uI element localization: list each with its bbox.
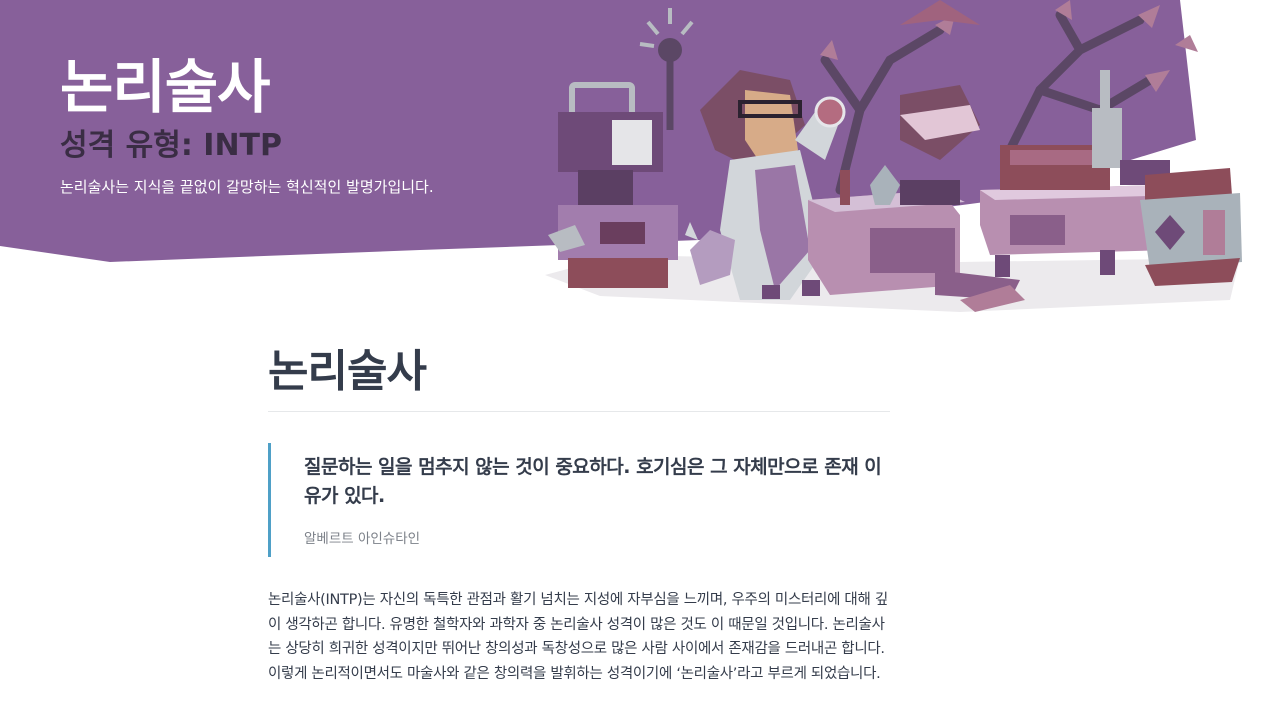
hero-description: 논리술사는 지식을 끝없이 갈망하는 혁신적인 발명가입니다. (60, 178, 434, 196)
intro-paragraph: 논리술사(INTP)는 자신의 독특한 관점과 활기 넘치는 지성에 자부심을 … (268, 592, 888, 682)
article-title: 논리술사 (268, 350, 890, 412)
personality-type-label: 성격 유형: INTP (60, 128, 283, 163)
hero-banner: 논리술사 성격 유형: INTP 논리술사는 지식을 끝없이 갈망하는 혁신적인… (0, 0, 1285, 330)
hero-title: 논리술사 (60, 53, 270, 121)
quote-author: 알베르트 아인슈타인 (304, 531, 421, 547)
quote-text: 질문하는 일을 멈추지 않는 것이 중요하다. 호기심은 그 자체만으로 존재 … (304, 456, 882, 507)
quote-block: 질문하는 일을 멈추지 않는 것이 중요하다. 호기심은 그 자체만으로 존재 … (268, 443, 890, 557)
article: 논리술사 질문하는 일을 멈추지 않는 것이 중요하다. 호기심은 그 자체만으… (268, 350, 890, 701)
scientist-laboratory-illustration (545, 0, 1242, 312)
